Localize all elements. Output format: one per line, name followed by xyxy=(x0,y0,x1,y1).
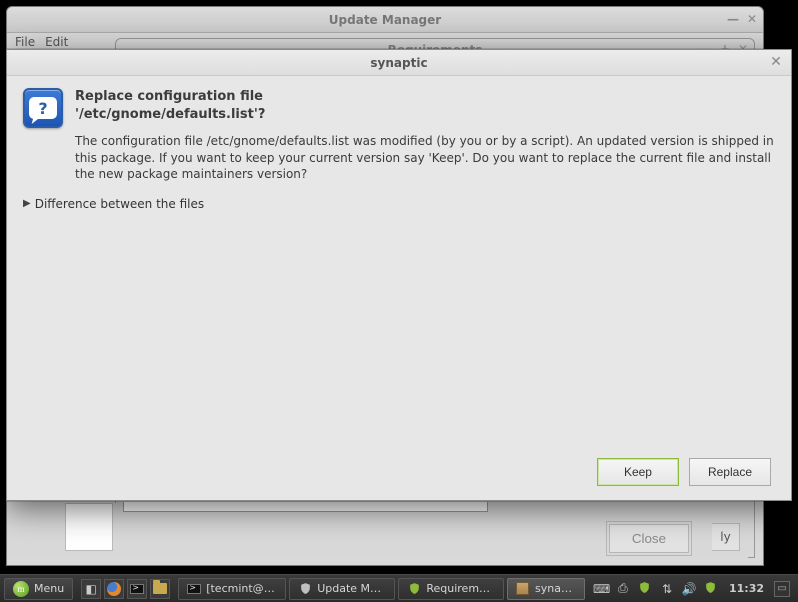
system-tray: ⌨ ⎙ ⇅ 🔊 11:32 ▭ xyxy=(589,581,794,597)
progress-bar xyxy=(123,502,488,512)
close-button-frame: Close xyxy=(606,521,692,556)
show-desktop-icon[interactable]: ▭ xyxy=(774,581,790,597)
shield-icon xyxy=(407,582,421,596)
firefox-icon[interactable] xyxy=(104,579,124,599)
dialog-description: The configuration file /etc/gnome/defaul… xyxy=(75,133,775,183)
taskbar: m Menu ◧ [tecmint@te... Update Man... Re… xyxy=(0,574,798,602)
close-button[interactable]: Close xyxy=(609,524,689,553)
close-icon[interactable]: ✕ xyxy=(769,55,783,69)
dialog-button-row: Keep Replace xyxy=(23,448,775,492)
synaptic-dialog: synaptic ✕ ? Replace configuration file … xyxy=(6,49,792,501)
chevron-right-icon: ▶ xyxy=(23,198,31,209)
requirements-bottom-area: Close ly xyxy=(55,503,748,559)
task-terminal[interactable]: [tecmint@te... xyxy=(178,578,286,600)
start-menu-label: Menu xyxy=(34,582,64,595)
file-manager-icon[interactable] xyxy=(150,579,170,599)
keep-button[interactable]: Keep xyxy=(597,458,679,486)
update-shield-icon[interactable] xyxy=(637,581,653,597)
task-label: synaptic xyxy=(535,582,576,595)
package-icon xyxy=(516,582,530,596)
network-icon[interactable]: ⇅ xyxy=(659,582,675,596)
question-icon: ? xyxy=(23,88,63,128)
expander-label: Difference between the files xyxy=(35,197,204,211)
question-mark-glyph: ? xyxy=(38,99,47,118)
task-label: [tecmint@te... xyxy=(206,582,277,595)
clock[interactable]: 11:32 xyxy=(725,582,768,595)
usb-icon[interactable]: ⎙ xyxy=(615,581,631,596)
start-menu-button[interactable]: m Menu xyxy=(4,578,73,600)
dialog-heading-line1: Replace configuration file xyxy=(75,88,775,106)
shield-icon xyxy=(298,582,312,596)
quick-launch: ◧ xyxy=(77,579,174,599)
terminal-icon[interactable] xyxy=(127,579,147,599)
dialog-heading: Replace configuration file '/etc/gnome/d… xyxy=(75,88,775,183)
task-label: Update Man... xyxy=(317,582,386,595)
replace-button[interactable]: Replace xyxy=(689,458,771,486)
task-synaptic[interactable]: synaptic xyxy=(507,578,585,600)
partial-button-fragment[interactable]: ly xyxy=(712,523,740,551)
update-manager-titlebar[interactable]: Update Manager — ✕ xyxy=(7,7,763,33)
synaptic-titlebar[interactable]: synaptic ✕ xyxy=(7,50,791,76)
task-update-manager[interactable]: Update Man... xyxy=(289,578,395,600)
volume-icon[interactable]: 🔊 xyxy=(681,582,697,596)
minimize-icon[interactable]: — xyxy=(727,12,739,26)
task-buttons: [tecmint@te... Update Man... Requirement… xyxy=(178,578,585,600)
keyboard-icon[interactable]: ⌨ xyxy=(593,582,609,596)
task-label: Requirements xyxy=(426,582,495,595)
terminal-icon xyxy=(187,582,201,596)
synaptic-title: synaptic xyxy=(370,56,427,70)
task-requirements[interactable]: Requirements xyxy=(398,578,504,600)
dialog-heading-line2: '/etc/gnome/defaults.list'? xyxy=(75,106,775,124)
difference-expander[interactable]: ▶ Difference between the files xyxy=(23,197,775,211)
battery-icon[interactable] xyxy=(703,581,719,597)
update-manager-title: Update Manager xyxy=(329,13,441,27)
package-icon-placeholder xyxy=(65,503,113,551)
synaptic-dialog-body: ? Replace configuration file '/etc/gnome… xyxy=(7,76,791,500)
show-desktop-icon[interactable]: ◧ xyxy=(81,579,101,599)
close-icon[interactable]: ✕ xyxy=(747,12,757,26)
mint-logo-icon: m xyxy=(13,581,29,597)
